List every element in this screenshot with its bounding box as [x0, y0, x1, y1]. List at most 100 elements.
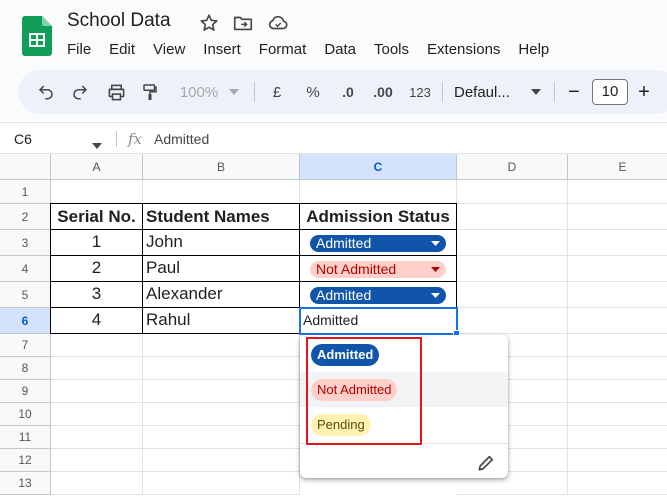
cell-a7[interactable]: [51, 334, 143, 357]
cell-d4[interactable]: [457, 256, 568, 282]
status-chip[interactable]: Admitted: [310, 287, 446, 304]
name-box-dropdown-icon[interactable]: [92, 136, 102, 154]
row-header-8[interactable]: 8: [0, 357, 51, 380]
zoom-select[interactable]: 100%: [174, 70, 224, 114]
header-student-names[interactable]: Student Names: [143, 203, 300, 230]
cloud-status-icon[interactable]: [267, 12, 289, 34]
menu-file[interactable]: File: [58, 40, 100, 60]
cell-e12[interactable]: [568, 449, 667, 472]
row-header-10[interactable]: 10: [0, 403, 51, 426]
cell-name-4[interactable]: Rahul: [143, 308, 300, 334]
font-size-input[interactable]: 10: [592, 79, 628, 105]
row-header-4[interactable]: 4: [0, 256, 51, 282]
select-all-corner[interactable]: [0, 154, 51, 180]
increase-decimal-button[interactable]: .00: [368, 70, 398, 114]
cell-e13[interactable]: [568, 472, 667, 495]
name-box[interactable]: C6: [14, 131, 32, 147]
increase-font-size-button[interactable]: +: [634, 70, 654, 114]
column-header-e[interactable]: E: [568, 154, 667, 180]
edit-pencil-icon[interactable]: [476, 453, 496, 478]
cell-e4[interactable]: [568, 256, 667, 282]
cell-c1[interactable]: [300, 180, 457, 204]
cell-e6[interactable]: [568, 308, 667, 334]
cell-status-1[interactable]: Admitted: [300, 230, 457, 256]
cell-serial-3[interactable]: 3: [50, 282, 143, 308]
cell-a9[interactable]: [51, 380, 143, 403]
cell-serial-4[interactable]: 4: [50, 308, 143, 334]
row-header-9[interactable]: 9: [0, 380, 51, 403]
row-header-3[interactable]: 3: [0, 230, 51, 256]
decrease-decimal-button[interactable]: .0: [334, 70, 362, 114]
cell-e1[interactable]: [568, 180, 667, 204]
formula-input[interactable]: Admitted: [154, 131, 209, 147]
menu-help[interactable]: Help: [509, 40, 558, 60]
row-header-11[interactable]: 11: [0, 426, 51, 449]
cell-status-3[interactable]: Admitted: [300, 282, 457, 308]
active-cell-editor[interactable]: Admitted: [299, 307, 458, 335]
font-family-select[interactable]: Defaul...: [454, 70, 526, 114]
paint-format-icon[interactable]: [136, 70, 164, 114]
cell-name-3[interactable]: Alexander: [143, 282, 300, 308]
cell-a1[interactable]: [51, 180, 143, 204]
format-currency-button[interactable]: £: [266, 70, 288, 114]
cell-serial-2[interactable]: 2: [50, 256, 143, 282]
cell-b9[interactable]: [143, 380, 300, 403]
star-icon[interactable]: [198, 12, 220, 34]
row-header-2[interactable]: 2: [0, 204, 51, 230]
cell-e8[interactable]: [568, 357, 667, 380]
cell-e9[interactable]: [568, 380, 667, 403]
menu-data[interactable]: Data: [315, 40, 365, 60]
cell-status-2[interactable]: Not Admitted: [300, 256, 457, 282]
cell-d2[interactable]: [457, 204, 568, 230]
cell-e3[interactable]: [568, 230, 667, 256]
row-header-5[interactable]: 5: [0, 282, 51, 308]
row-header-6[interactable]: 6: [0, 308, 51, 334]
cell-e11[interactable]: [568, 426, 667, 449]
cell-a10[interactable]: [51, 403, 143, 426]
menu-view[interactable]: View: [144, 40, 194, 60]
cell-name-2[interactable]: Paul: [143, 256, 300, 282]
cell-b7[interactable]: [143, 334, 300, 357]
column-header-c[interactable]: C: [300, 154, 457, 180]
format-percent-button[interactable]: %: [302, 70, 324, 114]
cell-a13[interactable]: [51, 472, 143, 495]
column-header-b[interactable]: B: [143, 154, 300, 180]
cell-e2[interactable]: [568, 204, 667, 230]
cell-a12[interactable]: [51, 449, 143, 472]
zoom-dropdown-arrow-icon[interactable]: [226, 70, 242, 114]
header-admission-status[interactable]: Admission Status: [300, 203, 457, 230]
decrease-font-size-button[interactable]: −: [564, 70, 584, 114]
cell-name-1[interactable]: John: [143, 230, 300, 256]
header-serial-no[interactable]: Serial No.: [50, 203, 143, 230]
cell-b10[interactable]: [143, 403, 300, 426]
row-header-13[interactable]: 13: [0, 472, 51, 495]
font-dropdown-arrow-icon[interactable]: [528, 70, 544, 114]
cell-b1[interactable]: [143, 180, 300, 204]
cell-a11[interactable]: [51, 426, 143, 449]
cell-d3[interactable]: [457, 230, 568, 256]
menu-insert[interactable]: Insert: [194, 40, 250, 60]
more-formats-button[interactable]: 123: [406, 70, 434, 114]
cell-d5[interactable]: [457, 282, 568, 308]
column-header-a[interactable]: A: [51, 154, 143, 180]
row-header-12[interactable]: 12: [0, 449, 51, 472]
menu-edit[interactable]: Edit: [100, 40, 144, 60]
menu-tools[interactable]: Tools: [365, 40, 418, 60]
cell-serial-1[interactable]: 1: [50, 230, 143, 256]
cell-a8[interactable]: [51, 357, 143, 380]
column-header-d[interactable]: D: [457, 154, 568, 180]
undo-icon[interactable]: [32, 70, 60, 114]
row-header-1[interactable]: 1: [0, 180, 51, 204]
cell-b8[interactable]: [143, 357, 300, 380]
cell-e5[interactable]: [568, 282, 667, 308]
cell-d1[interactable]: [457, 180, 568, 204]
cell-d6[interactable]: [457, 308, 568, 334]
cell-e7[interactable]: [568, 334, 667, 357]
print-icon[interactable]: [102, 70, 130, 114]
cell-e10[interactable]: [568, 403, 667, 426]
redo-icon[interactable]: [66, 70, 94, 114]
menu-extensions[interactable]: Extensions: [418, 40, 509, 60]
move-folder-icon[interactable]: [232, 12, 254, 34]
sheets-logo-icon[interactable]: [22, 16, 52, 56]
document-title[interactable]: School Data: [67, 10, 171, 32]
